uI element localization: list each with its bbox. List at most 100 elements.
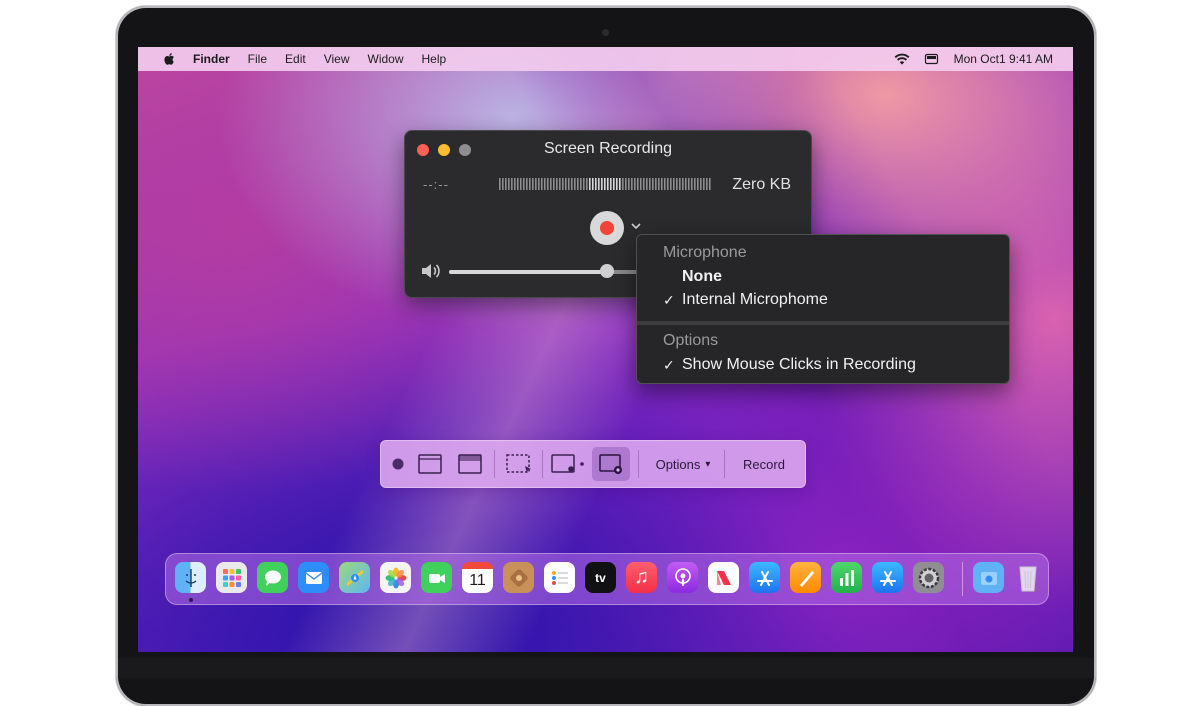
app-store-icon [756, 570, 773, 586]
meter-tick [697, 178, 699, 190]
meter-tick [607, 178, 609, 190]
meter-tick [646, 178, 648, 190]
options-header: Options [663, 332, 719, 349]
dock-app-system-preferences[interactable] [913, 562, 944, 593]
dock-app-numbers[interactable] [831, 562, 862, 593]
meter-tick [679, 178, 681, 190]
meter-tick [682, 178, 684, 190]
meter-tick [571, 178, 573, 190]
menu-edit[interactable]: Edit [285, 52, 306, 66]
options-dropdown-menu: Microphone None ✓ Internal Microphome Op… [636, 234, 1010, 384]
meter-tick [613, 178, 615, 190]
reminders-icon [551, 570, 568, 585]
app-store-icon [879, 570, 896, 586]
capture-window-icon [418, 454, 442, 474]
meter-tick [622, 178, 624, 190]
dock-app-mail[interactable] [298, 562, 329, 593]
meter-tick [577, 178, 579, 190]
record-button[interactable] [590, 211, 624, 245]
show-mouse-clicks-item[interactable]: Show Mouse Clicks in Recording [682, 356, 916, 374]
dock-app-launchpad[interactable] [216, 562, 247, 593]
meter-tick [553, 178, 555, 190]
meter-tick [514, 178, 516, 190]
meter-tick [670, 178, 672, 190]
record-selection-button[interactable] [592, 447, 630, 481]
desktop-screen: Finder File Edit View Widow Help Mon Oct… [138, 47, 1073, 652]
camera-icon [602, 29, 609, 36]
mic-none-item[interactable]: None [682, 268, 722, 286]
meter-tick [694, 178, 696, 190]
dock-app-facetime[interactable] [421, 562, 452, 593]
dock-app-contacts[interactable] [503, 562, 534, 593]
meter-tick [685, 178, 687, 190]
messages-icon [264, 570, 281, 586]
meter-tick [658, 178, 660, 190]
capture-screen-button[interactable] [453, 441, 487, 487]
capture-selection-icon [506, 454, 531, 473]
dock-app-photos[interactable] [380, 562, 411, 593]
menu-app-name[interactable]: Finder [193, 52, 230, 66]
meter-tick [538, 178, 540, 190]
capture-selection-button[interactable] [502, 441, 536, 487]
apple-logo-icon[interactable] [163, 52, 177, 66]
record-screen-button[interactable] [548, 441, 588, 487]
menu-window[interactable]: Widow [368, 52, 404, 66]
wifi-icon[interactable] [894, 53, 910, 65]
menu-file[interactable]: File [248, 52, 267, 66]
dock-trash[interactable] [1012, 562, 1043, 593]
dock-app-music[interactable]: ♫ [626, 562, 657, 593]
dock-app-finder[interactable] [175, 562, 206, 593]
close-toolbar-button[interactable] [389, 441, 407, 487]
dock-app-apple-tv[interactable]: tv [585, 562, 616, 593]
status-area: Mon Oct1 9:41 AM [894, 47, 1053, 71]
meter-tick [598, 178, 600, 190]
menu-help[interactable]: Help [422, 52, 447, 66]
volume-slider-knob[interactable] [600, 264, 614, 278]
chevron-down-icon[interactable] [630, 221, 642, 231]
menu-view[interactable]: View [324, 52, 350, 66]
volume-slider[interactable] [449, 264, 649, 278]
capture-window-button[interactable] [413, 441, 447, 487]
meter-tick [532, 178, 534, 190]
meter-tick [574, 178, 576, 190]
record-screen-icon [551, 454, 584, 473]
dock-app-calendar[interactable]: 11 [462, 562, 493, 593]
record-selection-icon [599, 454, 622, 474]
folder-icon [980, 571, 997, 585]
dock-app-news[interactable] [708, 562, 739, 593]
internal-mic-item[interactable]: Internal Microphome [682, 291, 828, 309]
meter-tick [589, 178, 591, 190]
options-button[interactable]: Options ▾ [643, 441, 723, 487]
meter-tick [631, 178, 633, 190]
meter-tick [664, 178, 666, 190]
dock-app-reminders[interactable] [544, 562, 575, 593]
meter-tick [709, 178, 711, 190]
menu-clock[interactable]: Mon Oct1 9:41 AM [954, 52, 1053, 66]
laptop-base [118, 658, 1094, 678]
record-action-button[interactable]: Record [731, 441, 797, 487]
mouse-clicks-checkmark: ✓ [663, 357, 675, 373]
dock-downloads-folder[interactable] [973, 562, 1004, 593]
meter-tick [568, 178, 570, 190]
dock: 11 tv ♫ [165, 553, 1049, 605]
meter-tick [565, 178, 567, 190]
dock-app-app-store-2[interactable] [872, 562, 903, 593]
battery-icon[interactable] [924, 53, 940, 65]
record-icon [600, 221, 614, 235]
meter-tick [628, 178, 630, 190]
dock-app-app-store-1[interactable] [749, 562, 780, 593]
dock-app-podcasts[interactable] [667, 562, 698, 593]
menu-bar: Finder File Edit View Widow Help Mon Oct… [138, 47, 1073, 71]
dock-app-pages[interactable] [790, 562, 821, 593]
meter-tick [559, 178, 561, 190]
meter-tick [703, 178, 705, 190]
dock-app-maps[interactable] [339, 562, 370, 593]
meter-tick [535, 178, 537, 190]
gear-icon [918, 567, 939, 588]
dock-app-messages[interactable] [257, 562, 288, 593]
meter-tick [505, 178, 507, 190]
meter-tick [523, 178, 525, 190]
meter-tick [556, 178, 558, 190]
meter-tick [706, 178, 708, 190]
toolbar-divider [724, 450, 725, 478]
